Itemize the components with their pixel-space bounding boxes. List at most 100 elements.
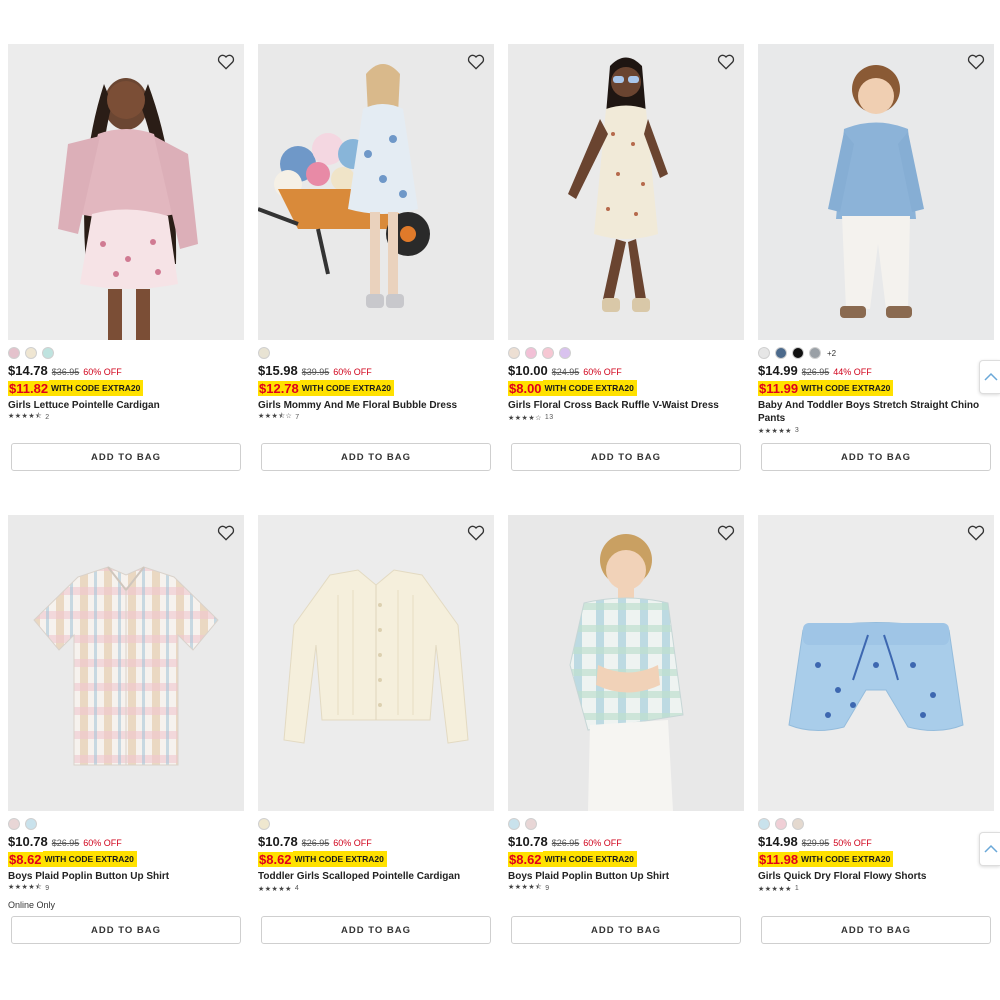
original-price: $26.95: [801, 367, 830, 377]
heart-outline-icon[interactable]: [966, 523, 986, 543]
product-name[interactable]: Baby And Toddler Boys Stretch Straight C…: [758, 399, 994, 425]
color-swatch[interactable]: [508, 818, 520, 830]
product-image[interactable]: [508, 515, 744, 811]
add-to-bag-button[interactable]: ADD TO BAG: [511, 443, 741, 471]
product-image[interactable]: [8, 515, 244, 811]
review-count: 7: [295, 414, 300, 421]
original-price: $26.95: [551, 838, 580, 848]
discount-label: 50% OFF: [833, 838, 872, 848]
add-to-bag-button[interactable]: ADD TO BAG: [761, 443, 991, 471]
product-name[interactable]: Boys Plaid Poplin Button Up Shirt: [8, 870, 244, 883]
promo-price: $8.62: [258, 851, 293, 867]
promo-code-text: WITH CODE EXTRA20: [542, 851, 637, 867]
heart-outline-icon[interactable]: [216, 523, 236, 543]
heart-outline-icon[interactable]: [466, 523, 486, 543]
color-swatch[interactable]: [25, 347, 37, 359]
price-line: $10.78 $26.95 60% OFF: [258, 834, 494, 850]
add-to-bag-button[interactable]: ADD TO BAG: [11, 443, 241, 471]
more-colors-label[interactable]: +2: [827, 349, 836, 358]
add-to-bag-button[interactable]: ADD TO BAG: [261, 916, 491, 944]
product-card[interactable]: +2 $14.99 $26.95 44% OFF $11.99 WITH CODE…: [758, 44, 994, 515]
product-name[interactable]: Girls Floral Cross Back Ruffle V-Waist D…: [508, 399, 744, 412]
color-swatch[interactable]: [525, 347, 537, 359]
original-price: $29.95: [801, 838, 830, 848]
promo-line: $12.78 WITH CODE EXTRA20: [258, 380, 494, 396]
color-swatch[interactable]: [559, 347, 571, 359]
star-rating-icon: ★★★⯪☆: [258, 413, 293, 420]
scroll-to-top-button[interactable]: [979, 832, 1000, 866]
star-rating-icon: ★★★★⯪: [508, 884, 543, 891]
color-swatch[interactable]: [42, 347, 54, 359]
color-swatches: +2: [758, 347, 994, 359]
discount-label: 60% OFF: [583, 367, 622, 377]
product-card[interactable]: $15.98 $39.95 60% OFF $12.78 WITH CODE EX…: [258, 44, 494, 515]
heart-outline-icon[interactable]: [966, 52, 986, 72]
sale-price: $15.98: [258, 363, 298, 378]
product-name[interactable]: Girls Lettuce Pointelle Cardigan: [8, 399, 244, 412]
product-image[interactable]: [258, 44, 494, 340]
color-swatch[interactable]: [792, 818, 804, 830]
original-price: $36.95: [51, 367, 80, 377]
star-rating-icon: ★★★★⯪: [8, 884, 43, 891]
original-price: $26.95: [51, 838, 80, 848]
color-swatch[interactable]: [758, 347, 770, 359]
product-card[interactable]: $10.78 $26.95 60% OFF $8.62 WITH CODE EXT…: [508, 515, 744, 986]
promo-line: $11.99 WITH CODE EXTRA20: [758, 380, 994, 396]
heart-outline-icon[interactable]: [466, 52, 486, 72]
promo-code-text: WITH CODE EXTRA20: [42, 851, 137, 867]
add-to-bag-button[interactable]: ADD TO BAG: [761, 916, 991, 944]
sale-price: $14.78: [8, 363, 48, 378]
color-swatch[interactable]: [8, 818, 20, 830]
promo-line: $8.00 WITH CODE EXTRA20: [508, 380, 744, 396]
color-swatch[interactable]: [8, 347, 20, 359]
review-count: 4: [294, 885, 300, 892]
promo-code-text: WITH CODE EXTRA20: [799, 380, 894, 396]
review-count: 13: [544, 414, 554, 421]
color-swatch[interactable]: [258, 347, 270, 359]
add-to-bag-button[interactable]: ADD TO BAG: [11, 916, 241, 944]
promo-code-text: WITH CODE EXTRA20: [292, 851, 387, 867]
heart-outline-icon[interactable]: [716, 52, 736, 72]
rating: ★★★★★ 3: [758, 425, 994, 436]
product-card[interactable]: $10.78 $26.95 60% OFF $8.62 WITH CODE EXT…: [8, 515, 244, 986]
heart-outline-icon[interactable]: [216, 52, 236, 72]
add-to-bag-button[interactable]: ADD TO BAG: [261, 443, 491, 471]
heart-outline-icon[interactable]: [716, 523, 736, 543]
add-to-bag-button[interactable]: ADD TO BAG: [511, 916, 741, 944]
color-swatches: [758, 818, 994, 830]
color-swatch[interactable]: [758, 818, 770, 830]
product-name[interactable]: Boys Plaid Poplin Button Up Shirt: [508, 870, 744, 883]
color-swatches: [258, 818, 494, 830]
product-name[interactable]: Girls Mommy And Me Floral Bubble Dress: [258, 399, 494, 412]
color-swatch[interactable]: [775, 347, 787, 359]
price-line: $10.78 $26.95 60% OFF: [8, 834, 244, 850]
product-image[interactable]: [258, 515, 494, 811]
product-name[interactable]: Toddler Girls Scalloped Pointelle Cardig…: [258, 870, 494, 883]
color-swatch[interactable]: [809, 347, 821, 359]
product-image[interactable]: [758, 515, 994, 811]
color-swatch[interactable]: [258, 818, 270, 830]
promo-line: $8.62 WITH CODE EXTRA20: [8, 851, 244, 867]
product-image[interactable]: [508, 44, 744, 340]
color-swatch[interactable]: [792, 347, 804, 359]
review-count: 2: [45, 414, 50, 421]
color-swatch[interactable]: [25, 818, 37, 830]
product-image[interactable]: [8, 44, 244, 340]
product-card[interactable]: $14.98 $29.95 50% OFF $11.98 WITH CODE EX…: [758, 515, 994, 986]
promo-price: $8.00: [508, 380, 543, 396]
scroll-to-top-button[interactable]: [979, 360, 1000, 394]
product-grid: $14.78 $36.95 60% OFF $11.82 WITH CODE EX…: [8, 44, 994, 986]
product-card[interactable]: $10.78 $26.95 60% OFF $8.62 WITH CODE EXT…: [258, 515, 494, 986]
color-swatch[interactable]: [775, 818, 787, 830]
product-card[interactable]: $14.78 $36.95 60% OFF $11.82 WITH CODE EX…: [8, 44, 244, 515]
product-name[interactable]: Girls Quick Dry Floral Flowy Shorts: [758, 870, 994, 883]
promo-price: $8.62: [508, 851, 543, 867]
color-swatch[interactable]: [525, 818, 537, 830]
product-card[interactable]: $10.00 $24.95 60% OFF $8.00 WITH CODE EXT…: [508, 44, 744, 515]
promo-price: $12.78: [258, 380, 300, 396]
color-swatch[interactable]: [542, 347, 554, 359]
sale-price: $10.78: [8, 834, 48, 849]
product-image[interactable]: [758, 44, 994, 340]
price-line: $14.99 $26.95 44% OFF: [758, 363, 994, 379]
color-swatch[interactable]: [508, 347, 520, 359]
